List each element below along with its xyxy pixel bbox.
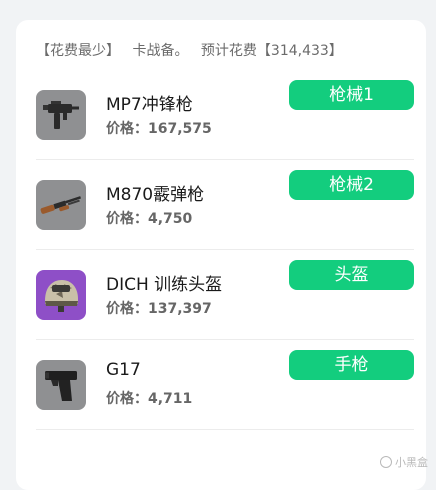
price-value: 167,575	[148, 121, 212, 137]
watermark-text: 小黑盒	[395, 456, 428, 469]
watermark: 小黑盒	[380, 454, 428, 470]
slot-tag-button[interactable]: 头盔	[289, 260, 414, 290]
smg-icon	[36, 90, 86, 140]
list-item[interactable]: DICH 训练头盔 价格：137,397 头盔	[36, 250, 414, 340]
list-item[interactable]: M870霰弹枪 价格：4,750 枪械2	[36, 160, 414, 250]
pistol-icon	[36, 360, 86, 410]
loadout-card: 【花费最少】 卡战备。 预计花费【314,433】 MP7冲锋枪 价格：167,…	[16, 20, 426, 490]
slot-tag-button[interactable]: 手枪	[289, 350, 414, 380]
item-name: DICH 训练头盔	[106, 275, 223, 295]
price-value: 4,711	[148, 391, 193, 407]
price-label: 价格：	[106, 391, 148, 407]
price-label: 价格：	[106, 301, 148, 317]
list-item[interactable]: MP7冲锋枪 价格：167,575 枪械1	[36, 70, 414, 160]
price-value: 4,750	[148, 211, 193, 227]
cost-summary: 【花费最少】 卡战备。 预计花费【314,433】	[36, 40, 351, 60]
slot-tag-button[interactable]: 枪械2	[289, 170, 414, 200]
slot-tag-button[interactable]: 枪械1	[289, 80, 414, 110]
item-price: 价格：4,750	[106, 208, 192, 228]
item-price: 价格：4,711	[106, 388, 192, 408]
item-price: 价格：167,575	[106, 118, 212, 138]
list-item[interactable]: G17 价格：4,711 手枪	[36, 340, 414, 430]
price-label: 价格：	[106, 121, 148, 137]
item-name: M870霰弹枪	[106, 185, 205, 205]
item-name: MP7冲锋枪	[106, 95, 193, 115]
item-name: G17	[106, 360, 141, 380]
item-price: 价格：137,397	[106, 298, 212, 318]
helmet-icon	[36, 270, 86, 320]
total-cost: 预计花费【314,433】	[200, 43, 343, 59]
strategy-label: 【花费最少】	[36, 43, 120, 59]
price-value: 137,397	[148, 301, 212, 317]
watermark-logo-icon	[380, 456, 392, 468]
shotgun-icon	[36, 180, 86, 230]
summary-note: 卡战备。	[132, 43, 189, 59]
price-label: 价格：	[106, 211, 148, 227]
